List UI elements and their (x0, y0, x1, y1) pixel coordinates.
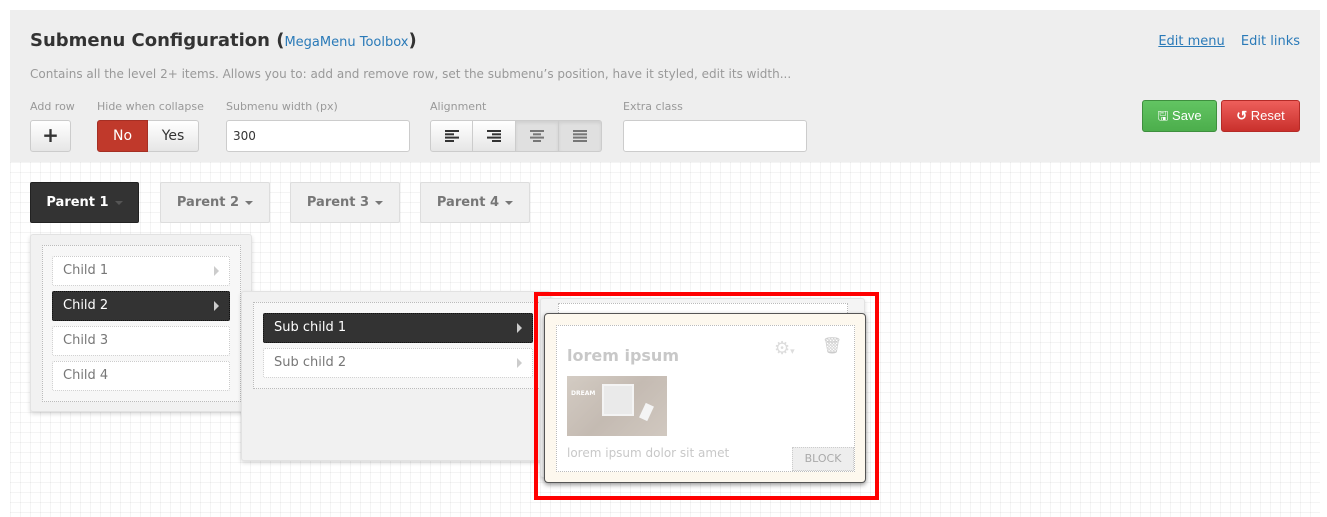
reset-button[interactable]: ↺ Reset (1221, 100, 1300, 132)
alignment-group (430, 120, 602, 152)
child-item[interactable]: Child 3 (52, 326, 230, 356)
child-item[interactable]: Child 1 (52, 256, 230, 286)
parent-label: Parent 4 (436, 195, 500, 210)
child-item[interactable]: Child 2 (52, 291, 230, 321)
parent-label: Parent 3 (306, 195, 370, 210)
parent-menu-item[interactable]: Parent 4 (420, 182, 530, 223)
caret-right-icon (517, 323, 522, 333)
sub-child-label: Sub child 2 (274, 355, 347, 370)
sub-child-item[interactable]: Sub child 1 (263, 313, 533, 343)
sub-child-item[interactable]: Sub child 2 (263, 348, 533, 378)
child-label: Child 3 (63, 333, 109, 348)
parent-menu-item[interactable]: Parent 1 (30, 182, 139, 223)
alignment-label: Alignment (430, 100, 487, 113)
parent-menu-item[interactable]: Parent 2 (160, 182, 270, 223)
submenu-config-panel: Submenu Configuration (MegaMenu Toolbox)… (10, 10, 1320, 162)
align-left-button[interactable] (430, 120, 473, 152)
top-links: Edit menu Edit links (1146, 34, 1300, 49)
child-item[interactable]: Child 4 (52, 361, 230, 391)
paren-close: ) (408, 30, 417, 51)
child-label: Child 2 (63, 298, 109, 313)
edit-menu-link[interactable]: Edit menu (1158, 34, 1224, 49)
caret-down-icon (375, 200, 384, 205)
save-icon: 🖫 (1157, 108, 1169, 123)
page-title: Submenu Configuration (MegaMenu Toolbox) (30, 30, 417, 51)
align-justify-button[interactable] (559, 120, 602, 152)
extra-class-label: Extra class (623, 100, 683, 113)
sub-child-label: Sub child 1 (274, 320, 347, 335)
align-center-button[interactable] (516, 120, 559, 152)
save-button[interactable]: 🖫 Save (1142, 100, 1217, 132)
parent-menu-item[interactable]: Parent 3 (290, 182, 400, 223)
caret-down-icon (505, 200, 514, 205)
add-row-button[interactable]: + (30, 120, 71, 152)
caret-down-icon (114, 200, 123, 205)
caret-right-icon (517, 358, 522, 368)
edit-links-link[interactable]: Edit links (1241, 34, 1300, 49)
save-label: Save (1172, 108, 1202, 123)
child-label: Child 4 (63, 368, 109, 383)
reset-label: Reset (1250, 108, 1285, 123)
caret-right-icon (214, 266, 219, 276)
submenu-width-input[interactable]: 300 (226, 120, 410, 152)
caret-down-icon (245, 200, 254, 205)
description: Contains all the level 2+ items. Allows … (30, 67, 792, 81)
child-label: Child 1 (63, 263, 109, 278)
submenu-width-label: Submenu width (px) (226, 100, 338, 113)
title-text: Submenu Configuration (30, 30, 270, 51)
align-right-icon (487, 130, 501, 142)
align-center-icon (530, 130, 544, 142)
toggle-yes[interactable]: Yes (148, 120, 199, 152)
caret-right-icon (214, 301, 219, 311)
parent-label: Parent 1 (46, 195, 109, 210)
toggle-no[interactable]: No (97, 120, 148, 152)
align-left-icon (444, 130, 459, 142)
extra-class-input[interactable] (623, 120, 807, 152)
parent-label: Parent 2 (176, 195, 240, 210)
reset-icon: ↺ (1236, 108, 1248, 123)
align-right-button[interactable] (473, 120, 516, 152)
highlight-box (534, 292, 879, 500)
align-justify-icon (573, 130, 587, 142)
hide-when-collapse-toggle: No Yes (97, 120, 199, 152)
megamenu-toolbox-link[interactable]: MegaMenu Toolbox (284, 35, 408, 50)
add-row-label: Add row (30, 100, 75, 113)
hide-when-collapse-label: Hide when collapse (97, 100, 204, 113)
